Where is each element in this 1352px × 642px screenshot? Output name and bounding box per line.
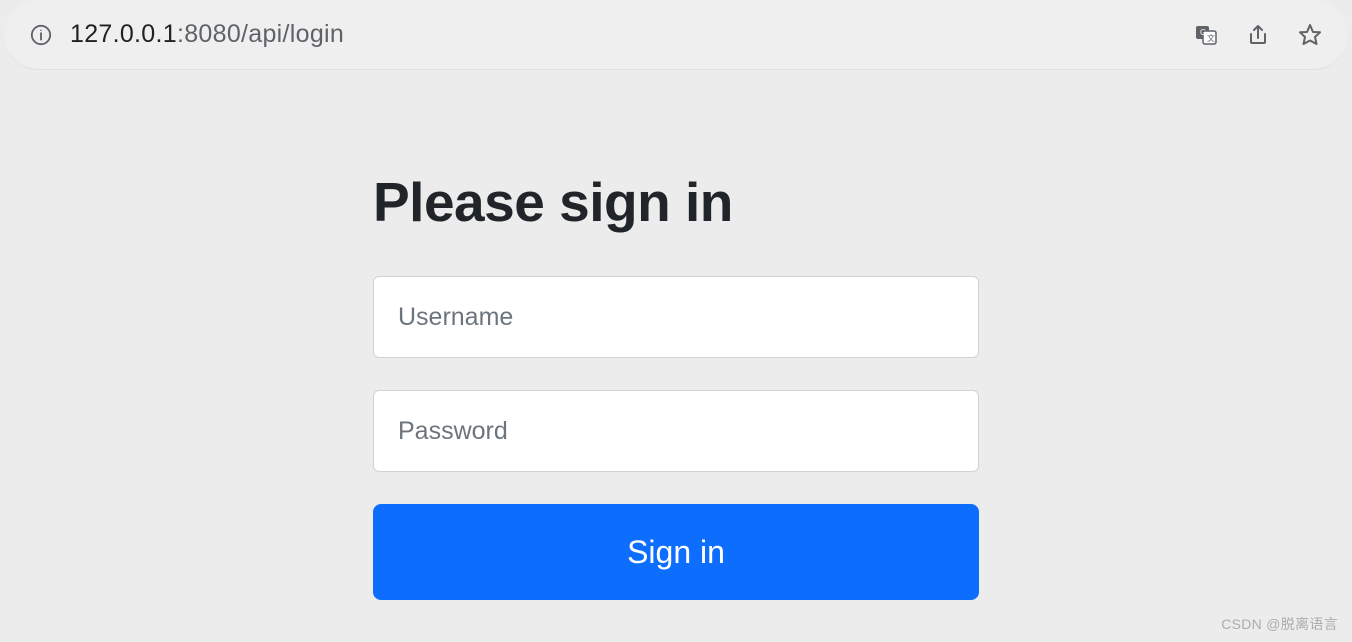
page-content: Please sign in Sign in (0, 70, 1352, 600)
translate-icon[interactable]: G 文 (1194, 23, 1218, 47)
info-icon[interactable] (30, 24, 52, 46)
login-form: Please sign in Sign in (373, 170, 979, 600)
star-icon[interactable] (1298, 23, 1322, 47)
browser-address-bar: 127.0.0.1:8080/api/login G 文 (4, 0, 1348, 70)
svg-text:G: G (1200, 28, 1206, 37)
password-input[interactable] (373, 390, 979, 472)
url-path: :8080/api/login (177, 20, 344, 48)
svg-text:文: 文 (1207, 33, 1215, 43)
url-host: 127.0.0.1 (70, 20, 177, 48)
browser-toolbar-icons: G 文 (1194, 23, 1322, 47)
watermark-text: CSDN @脱离语言 (1221, 614, 1338, 634)
share-icon[interactable] (1246, 23, 1270, 47)
page-title: Please sign in (373, 170, 979, 234)
username-input[interactable] (373, 276, 979, 358)
signin-button[interactable]: Sign in (373, 504, 979, 600)
url-display[interactable]: 127.0.0.1:8080/api/login (70, 20, 1176, 49)
